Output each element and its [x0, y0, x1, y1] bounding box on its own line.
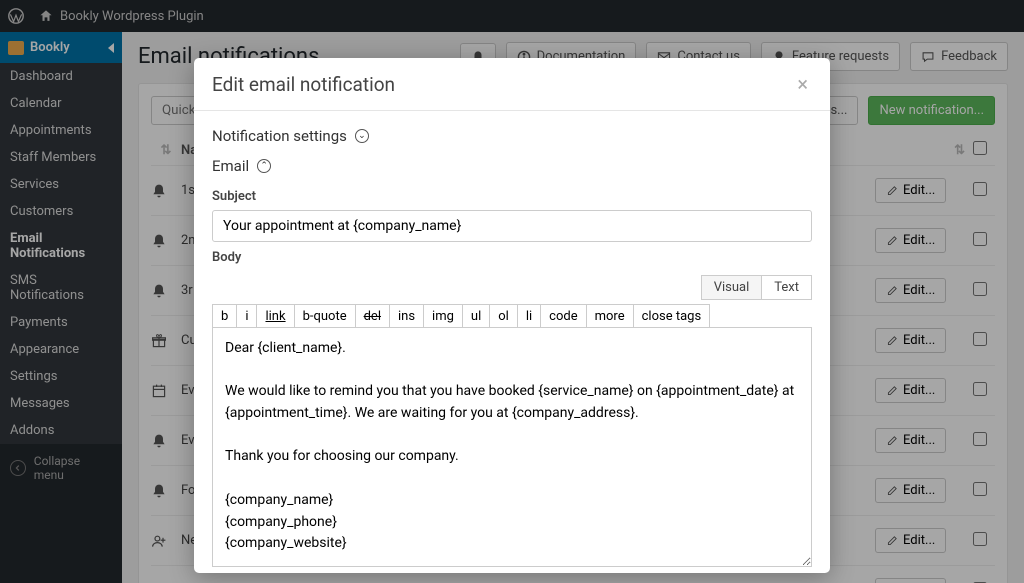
- toolbar-b-quote[interactable]: b-quote: [294, 304, 356, 329]
- section-email[interactable]: Email ⌃: [212, 151, 812, 181]
- toolbar-ul[interactable]: ul: [462, 304, 490, 329]
- editor-tabs: Visual Text: [212, 275, 812, 300]
- edit-notification-modal: Edit email notification × Notification s…: [194, 58, 830, 573]
- toolbar-img[interactable]: img: [423, 304, 463, 329]
- tab-visual[interactable]: Visual: [701, 275, 763, 300]
- toolbar-b[interactable]: b: [212, 304, 237, 329]
- toolbar-code[interactable]: code: [540, 304, 586, 329]
- toolbar-close-tags[interactable]: close tags: [633, 304, 711, 329]
- toolbar-li[interactable]: li: [517, 304, 541, 329]
- close-icon[interactable]: ×: [793, 72, 812, 96]
- editor-toolbar: bilinkb-quotedelinsimgulollicodemoreclos…: [212, 304, 812, 328]
- toolbar-more[interactable]: more: [586, 304, 634, 329]
- chevron-up-icon: ⌃: [257, 159, 271, 173]
- modal-header: Edit email notification ×: [194, 58, 830, 111]
- toolbar-link[interactable]: link: [256, 304, 294, 329]
- chevron-down-icon: ⌄: [355, 129, 369, 143]
- toolbar-ol[interactable]: ol: [489, 304, 518, 329]
- toolbar-ins[interactable]: ins: [389, 304, 424, 329]
- subject-input[interactable]: [212, 210, 812, 242]
- toolbar-i[interactable]: i: [236, 304, 257, 329]
- modal-body: Notification settings ⌄ Email ⌃ Subject …: [194, 111, 830, 573]
- modal-title: Edit email notification: [212, 73, 793, 96]
- body-label: Body: [212, 250, 812, 265]
- subject-label: Subject: [212, 189, 812, 204]
- body-textarea[interactable]: [212, 327, 812, 567]
- tab-text[interactable]: Text: [762, 275, 812, 300]
- section-notification-settings[interactable]: Notification settings ⌄: [212, 121, 812, 151]
- toolbar-del[interactable]: del: [355, 304, 390, 329]
- section-label: Email: [212, 157, 249, 175]
- section-label: Notification settings: [212, 127, 347, 145]
